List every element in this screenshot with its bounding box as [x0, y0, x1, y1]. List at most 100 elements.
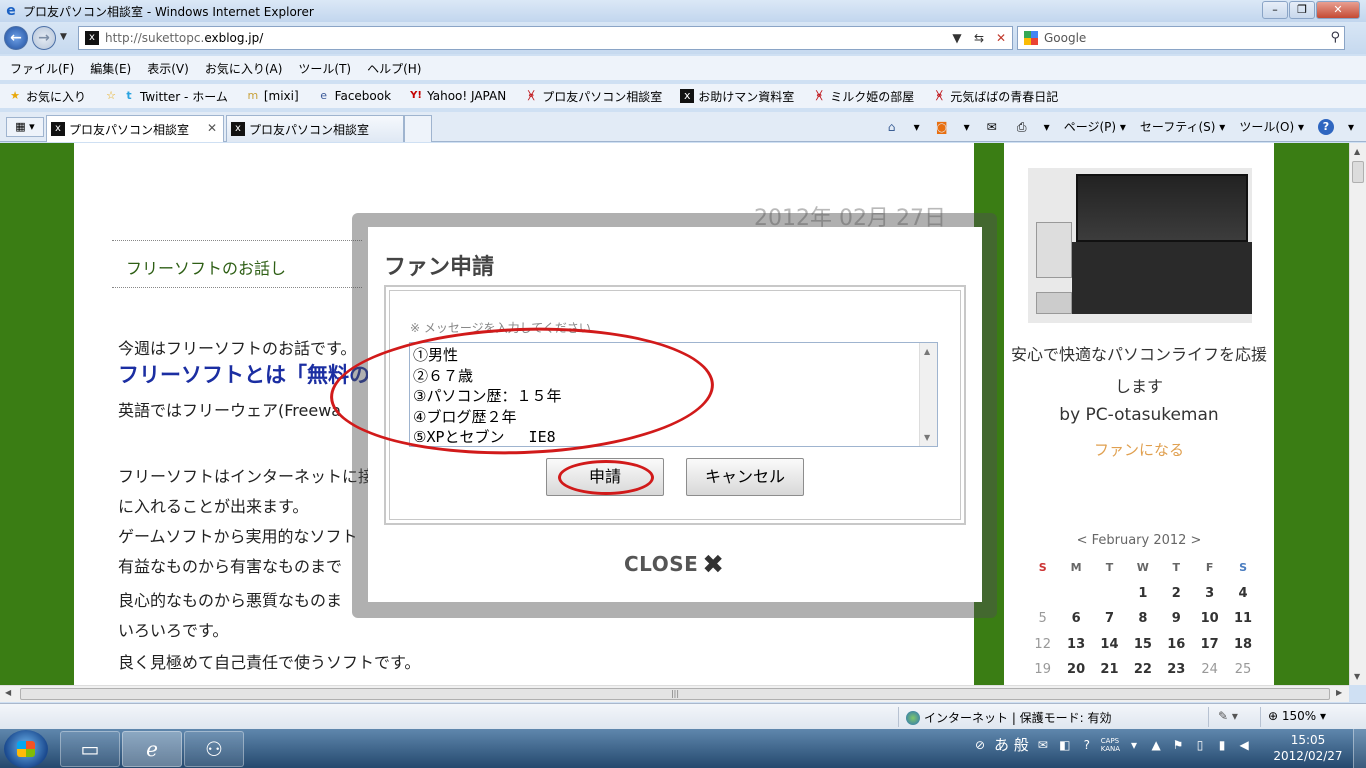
- feeds-dropdown-icon[interactable]: ▾: [964, 120, 970, 134]
- safety-menu[interactable]: セーフティ(S) ▾: [1140, 118, 1225, 135]
- new-tab-button[interactable]: [404, 115, 432, 142]
- calendar-day[interactable]: 11: [1226, 611, 1259, 626]
- calendar-day[interactable]: 3: [1193, 586, 1226, 601]
- address-dropdown-icon[interactable]: ▼: [948, 29, 966, 47]
- ime-mode[interactable]: あ 般: [994, 734, 1029, 755]
- scroll-thumb[interactable]: |||: [20, 688, 1330, 700]
- become-fan-link[interactable]: ファンになる: [1004, 439, 1274, 460]
- print-dropdown-icon[interactable]: ▾: [1044, 120, 1050, 134]
- tools-menu[interactable]: ツール(O) ▾: [1239, 118, 1304, 135]
- calendar-day[interactable]: 4: [1226, 586, 1259, 601]
- show-desktop-button[interactable]: [1353, 729, 1366, 768]
- scroll-down-icon[interactable]: ▼: [1354, 672, 1360, 681]
- ie-taskbar-button[interactable]: ℯ: [122, 731, 182, 767]
- message-text[interactable]: ①男性 ②６７歳 ③パソコン歴：１５年 ④ブログ歴２年 ⑤XPとセブン IE8: [413, 345, 561, 446]
- address-bar[interactable]: x http://sukettopc.exblog.jp/ ▼ ⇆ ✕: [78, 26, 1013, 50]
- clock[interactable]: 15:05 2012/02/27: [1270, 732, 1346, 764]
- scroll-up-icon[interactable]: ▲: [1354, 147, 1360, 156]
- scroll-up-icon[interactable]: ▲: [924, 347, 930, 356]
- menu-edit[interactable]: 編集(E): [90, 60, 131, 77]
- zoom-level[interactable]: ⊕ 150% ▾: [1268, 709, 1326, 723]
- tab-1[interactable]: x プロ友パソコン相談室 ✕: [46, 115, 224, 142]
- calendar-day[interactable]: 10: [1193, 611, 1226, 626]
- compatibility-view-icon[interactable]: ⇆: [970, 29, 988, 47]
- favorite-milk[interactable]: ᚸ ミルク姫の部屋: [812, 88, 914, 105]
- back-button[interactable]: ←: [4, 26, 28, 50]
- tab-close-icon[interactable]: ✕: [207, 121, 217, 135]
- calendar-day[interactable]: 6: [1059, 611, 1092, 626]
- help-dropdown-icon[interactable]: ▾: [1348, 120, 1354, 134]
- scroll-right-icon[interactable]: ▶: [1336, 688, 1342, 697]
- calendar-day[interactable]: 14: [1093, 637, 1126, 652]
- favorite-otasukeman[interactable]: x お助けマン資料室: [680, 88, 794, 105]
- security-zone[interactable]: インターネット | 保護モード: 有効: [906, 709, 1112, 726]
- device-icon[interactable]: ▯: [1192, 737, 1208, 753]
- calendar-day[interactable]: 7: [1093, 611, 1126, 626]
- menu-help[interactable]: ヘルプ(H): [367, 60, 421, 77]
- menu-file[interactable]: ファイル(F): [10, 60, 74, 77]
- apply-button[interactable]: 申請: [546, 458, 664, 496]
- recent-pages-dropdown[interactable]: ▼: [60, 32, 67, 42]
- horizontal-scrollbar[interactable]: ◀ ||| ▶: [0, 685, 1349, 702]
- calendar-day[interactable]: 16: [1160, 637, 1193, 652]
- search-input[interactable]: Google: [1044, 31, 1086, 45]
- home-icon[interactable]: ⌂: [884, 119, 900, 135]
- address-url[interactable]: http://sukettopc.exblog.jp/: [105, 31, 263, 45]
- post-title[interactable]: フリーソフトのお話し: [112, 240, 362, 288]
- quick-tabs-button[interactable]: ▦ ▾: [6, 117, 44, 137]
- ime-help-icon[interactable]: ?: [1079, 737, 1095, 753]
- calendar-day[interactable]: 18: [1226, 637, 1259, 652]
- help-icon[interactable]: ?: [1317, 118, 1334, 135]
- home-dropdown-icon[interactable]: ▾: [914, 120, 920, 134]
- explorer-taskbar-button[interactable]: ▭: [60, 731, 120, 767]
- scroll-left-icon[interactable]: ◀: [5, 688, 11, 697]
- calendar-day[interactable]: 1: [1126, 586, 1159, 601]
- calendar-day[interactable]: 8: [1126, 611, 1159, 626]
- scroll-down-icon[interactable]: ▼: [924, 433, 930, 442]
- favorite-genkibaba[interactable]: ᚸ 元気ばばの青春日記: [932, 88, 1058, 105]
- calendar-day[interactable]: 23: [1160, 662, 1193, 677]
- maximize-button[interactable]: ❐: [1289, 1, 1315, 19]
- calendar-day[interactable]: 20: [1059, 662, 1092, 677]
- calendar-day[interactable]: 17: [1193, 637, 1226, 652]
- network-icon[interactable]: ▮: [1214, 737, 1230, 753]
- scroll-thumb[interactable]: [1352, 161, 1364, 183]
- mail-icon[interactable]: ✉: [984, 119, 1000, 135]
- calendar-day[interactable]: 21: [1093, 662, 1126, 677]
- action-center-icon[interactable]: ⚑: [1170, 737, 1186, 753]
- close-window-button[interactable]: ✕: [1316, 1, 1360, 19]
- calendar-day[interactable]: 15: [1126, 637, 1159, 652]
- favorite-facebook[interactable]: e Facebook: [317, 89, 391, 103]
- message-scrollbar[interactable]: ▲ ▼: [919, 343, 937, 446]
- favorite-yahoo[interactable]: Y! Yahoo! JAPAN: [409, 89, 506, 103]
- stop-icon[interactable]: ✕: [992, 29, 1010, 47]
- favorite-mixi[interactable]: m [mixi]: [246, 89, 298, 103]
- search-icon[interactable]: ⚲: [1330, 30, 1340, 45]
- calendar-header[interactable]: < February 2012 >: [1004, 533, 1274, 548]
- dialog-close-button[interactable]: CLOSE ✖: [624, 550, 725, 580]
- ime-tool-icon[interactable]: ◧: [1057, 737, 1073, 753]
- calendar-day[interactable]: 13: [1059, 637, 1092, 652]
- favorite-purotomo[interactable]: ᚸ プロ友パソコン相談室: [524, 88, 662, 105]
- network-taskbar-button[interactable]: ⚇: [184, 731, 244, 767]
- vertical-scrollbar[interactable]: ▲ ▼: [1349, 143, 1366, 685]
- tab-2[interactable]: x プロ友パソコン相談室: [226, 115, 404, 142]
- start-button[interactable]: [4, 730, 48, 768]
- menu-view[interactable]: 表示(V): [147, 60, 189, 77]
- menu-tools[interactable]: ツール(T): [298, 60, 351, 77]
- volume-icon[interactable]: ◀: [1236, 737, 1252, 753]
- calendar-day[interactable]: 2: [1160, 586, 1193, 601]
- ime-icon[interactable]: ⊘: [972, 737, 988, 753]
- page-menu[interactable]: ページ(P) ▾: [1064, 118, 1126, 135]
- minimize-button[interactable]: –: [1262, 1, 1288, 19]
- ime-dictionary-icon[interactable]: ✉: [1035, 737, 1051, 753]
- popup-settings-icon[interactable]: ✎ ▾: [1218, 709, 1238, 723]
- print-icon[interactable]: ⎙: [1014, 119, 1030, 135]
- favorites-button[interactable]: ★ お気に入り: [8, 88, 86, 105]
- message-textarea[interactable]: ①男性 ②６７歳 ③パソコン歴：１５年 ④ブログ歴２年 ⑤XPとセブン IE8 …: [409, 342, 938, 447]
- feeds-icon[interactable]: ◙: [934, 119, 950, 135]
- calendar-day[interactable]: 22: [1126, 662, 1159, 677]
- ime-options-icon[interactable]: ▾: [1126, 737, 1142, 753]
- show-hidden-icons[interactable]: ▲: [1148, 737, 1164, 753]
- favorite-twitter[interactable]: ☆ t Twitter - ホーム: [104, 88, 228, 105]
